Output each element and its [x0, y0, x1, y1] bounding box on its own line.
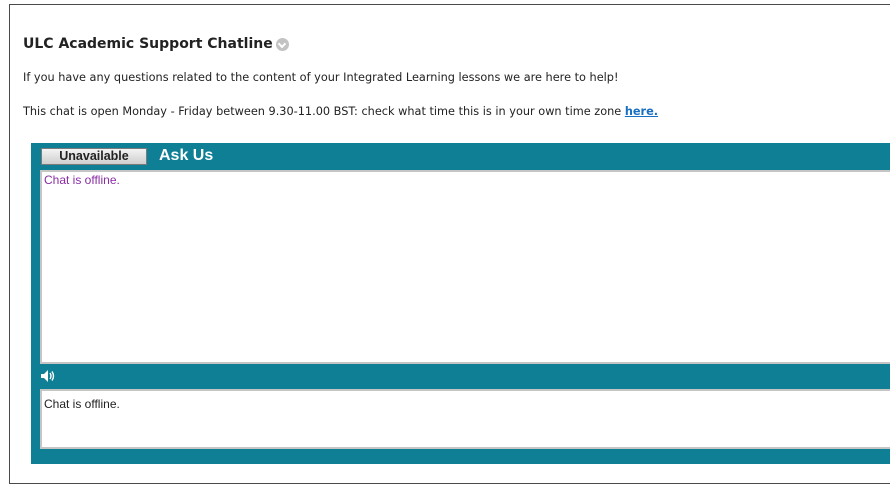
page-title-text: ULC Academic Support Chatline [23, 36, 273, 52]
intro-text: If you have any questions related to the… [23, 71, 619, 84]
chat-input[interactable]: Chat is offline. [40, 389, 890, 449]
input-message: Chat is offline. [44, 397, 120, 411]
chat-transcript[interactable]: Chat is offline. [40, 170, 890, 364]
unavailable-button[interactable]: Unavailable [41, 148, 147, 165]
chat-widget: Unavailable Ask Us Chat is offline. Chat… [31, 143, 890, 464]
hours-text-label: This chat is open Monday - Friday betwee… [23, 105, 625, 118]
timezone-link[interactable]: here. [625, 105, 658, 118]
chat-header: Unavailable Ask Us [31, 143, 890, 168]
page-title: ULC Academic Support Chatline [23, 36, 289, 52]
chat-title: Ask Us [159, 147, 214, 164]
speaker-icon[interactable] [41, 370, 55, 382]
transcript-message: Chat is offline. [44, 173, 120, 187]
hours-text: This chat is open Monday - Friday betwee… [23, 105, 658, 118]
chevron-down-icon[interactable] [275, 37, 289, 51]
